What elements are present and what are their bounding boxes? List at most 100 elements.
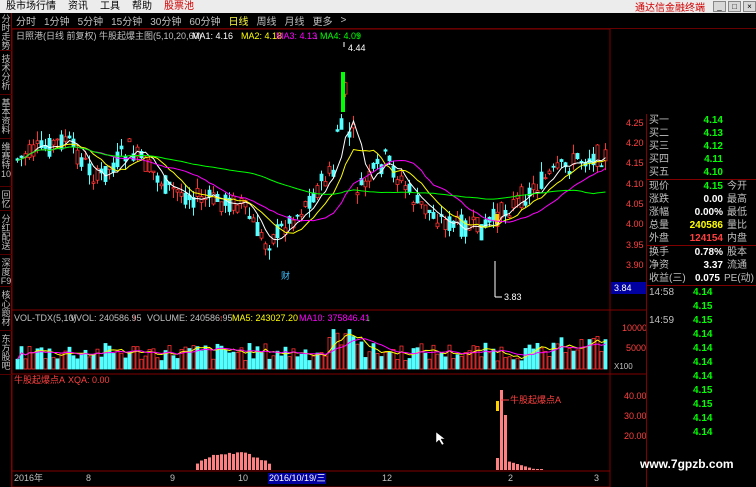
candle-body	[427, 209, 432, 213]
menu-item-market[interactable]: 股市场行情	[0, 0, 62, 13]
volume-bar	[451, 358, 456, 370]
indicator-bar	[204, 458, 207, 470]
menu-item-help[interactable]: 帮助	[126, 0, 158, 13]
candle-body	[219, 201, 224, 213]
candle-body	[555, 162, 560, 169]
tab-30min[interactable]: 30分钟	[146, 13, 185, 28]
volume-bar	[383, 352, 388, 370]
menu-item-tools[interactable]: 工具	[94, 0, 126, 13]
candle-body	[267, 248, 272, 251]
tab-15min[interactable]: 15分钟	[107, 13, 146, 28]
volume-bar	[207, 347, 212, 370]
side-tab-review[interactable]: 回忆	[0, 191, 12, 211]
tab-weekly[interactable]: 周线	[253, 13, 281, 28]
tab-next-arrow[interactable]: >	[337, 15, 351, 26]
candle-body	[235, 204, 240, 213]
side-tab-technical[interactable]: 技术分析	[0, 55, 12, 95]
price-tick: 3.95	[626, 240, 644, 250]
finance-marker[interactable]: 财	[281, 270, 290, 281]
indicator-bar	[236, 452, 239, 470]
tick-price: 4.15	[693, 385, 713, 396]
stat-label-2: 最低	[727, 207, 747, 218]
tab-1min[interactable]: 1分钟	[40, 13, 74, 28]
side-tab-dividend[interactable]: 分红配送	[0, 215, 12, 255]
volume-bar	[263, 343, 268, 370]
candle-body	[355, 192, 360, 196]
candle-body	[471, 216, 476, 221]
stock-pool-link[interactable]: 股票池	[158, 0, 200, 13]
volume-bar	[119, 352, 124, 370]
indicator-bar	[252, 457, 255, 470]
date-tick: 2016年	[14, 472, 43, 483]
volume-bar	[419, 343, 424, 370]
cursor-price-box: 3.84	[611, 282, 647, 294]
candle-body	[151, 170, 156, 173]
xqa-label: XQA: 0.00	[68, 375, 110, 385]
stat-value: 0.00	[703, 194, 723, 205]
candle-body	[75, 149, 80, 165]
side-tab-core-topics[interactable]: 核心题材	[0, 291, 12, 331]
high-label: 4.44	[348, 43, 366, 53]
volume-bar	[571, 350, 576, 370]
tab-5min[interactable]: 5分钟	[74, 13, 108, 28]
side-tab-weisaite[interactable]: 维赛特10	[0, 143, 12, 187]
volume-bar	[407, 358, 412, 370]
ma3-arrow: ↓	[314, 31, 319, 41]
candle-body	[499, 202, 504, 219]
tab-daily[interactable]: 日线	[225, 13, 253, 28]
tab-monthly[interactable]: 月线	[281, 13, 309, 28]
tick-list[interactable]: 14:58 4.14 4.15 14:59 4.15 4.14 4.14 4.14 4.14 4.…	[647, 286, 756, 440]
tick-price: 4.14	[693, 329, 713, 340]
indicator-bar	[496, 458, 499, 470]
indicator-bar	[508, 461, 511, 470]
stat-row-outer: 外盘 124154 内盘	[647, 232, 756, 245]
volume-bar	[299, 353, 304, 370]
volume-bar	[399, 345, 404, 370]
tick-time	[649, 412, 693, 426]
candle-body	[35, 140, 40, 144]
tick-price: 4.14	[693, 357, 713, 368]
stat-label: 涨幅	[649, 207, 669, 218]
candle-body	[447, 216, 452, 231]
side-tab-fundamentals[interactable]: 基本资料	[0, 99, 12, 139]
tab-intraday[interactable]: 分时	[12, 13, 40, 28]
kline-chart[interactable]: 日照港(日线 前复权) 牛股起爆主图(5,10,20,60) MA1: 4.16…	[12, 29, 646, 487]
date-tick: 12	[382, 473, 392, 483]
indicator-bar	[536, 469, 539, 470]
stat-row-eps: 收益(三) 0.075 PE(动)	[647, 272, 756, 285]
candle-body	[87, 163, 92, 176]
volume-bar	[199, 350, 204, 370]
stat-label: 涨跌	[649, 194, 669, 205]
tick-row: 4.15	[647, 300, 756, 314]
volume-bar	[495, 360, 500, 370]
volume-bar	[547, 356, 552, 370]
tab-60min[interactable]: 60分钟	[185, 13, 224, 28]
side-tab-depth[interactable]: 深度F9	[0, 259, 12, 287]
indicator-bar	[524, 466, 527, 470]
maximize-icon[interactable]: □	[728, 1, 741, 12]
date-highlight: 2016/10/19/三	[269, 473, 326, 483]
menu-item-news[interactable]: 资讯	[62, 0, 94, 13]
stat-label: 总量	[649, 220, 669, 231]
indicator-bar	[196, 463, 199, 470]
close-icon[interactable]: ×	[743, 1, 756, 12]
volume-bar	[243, 359, 248, 370]
stat-label-2: 量比	[727, 220, 747, 231]
minimize-icon[interactable]: _	[713, 1, 726, 12]
bid-row-3: 买三 4.12	[647, 140, 756, 153]
side-tab-intraday[interactable]: 分时走势	[0, 15, 12, 51]
volume-bar	[103, 343, 108, 370]
volume-bar	[287, 356, 292, 370]
volume-bar	[343, 333, 348, 370]
candle-body	[543, 177, 548, 180]
candle-body	[387, 155, 392, 162]
volume-bar	[155, 357, 160, 370]
tab-more[interactable]: 更多	[309, 13, 337, 28]
tick-row: 4.15	[647, 398, 756, 412]
volume-bar	[43, 358, 48, 370]
tick-price: 4.14	[693, 427, 713, 438]
volume-bar	[527, 344, 532, 370]
side-tab-forum[interactable]: 东方股吧	[0, 335, 12, 375]
candle-body	[279, 223, 284, 227]
candle-body	[295, 214, 300, 217]
